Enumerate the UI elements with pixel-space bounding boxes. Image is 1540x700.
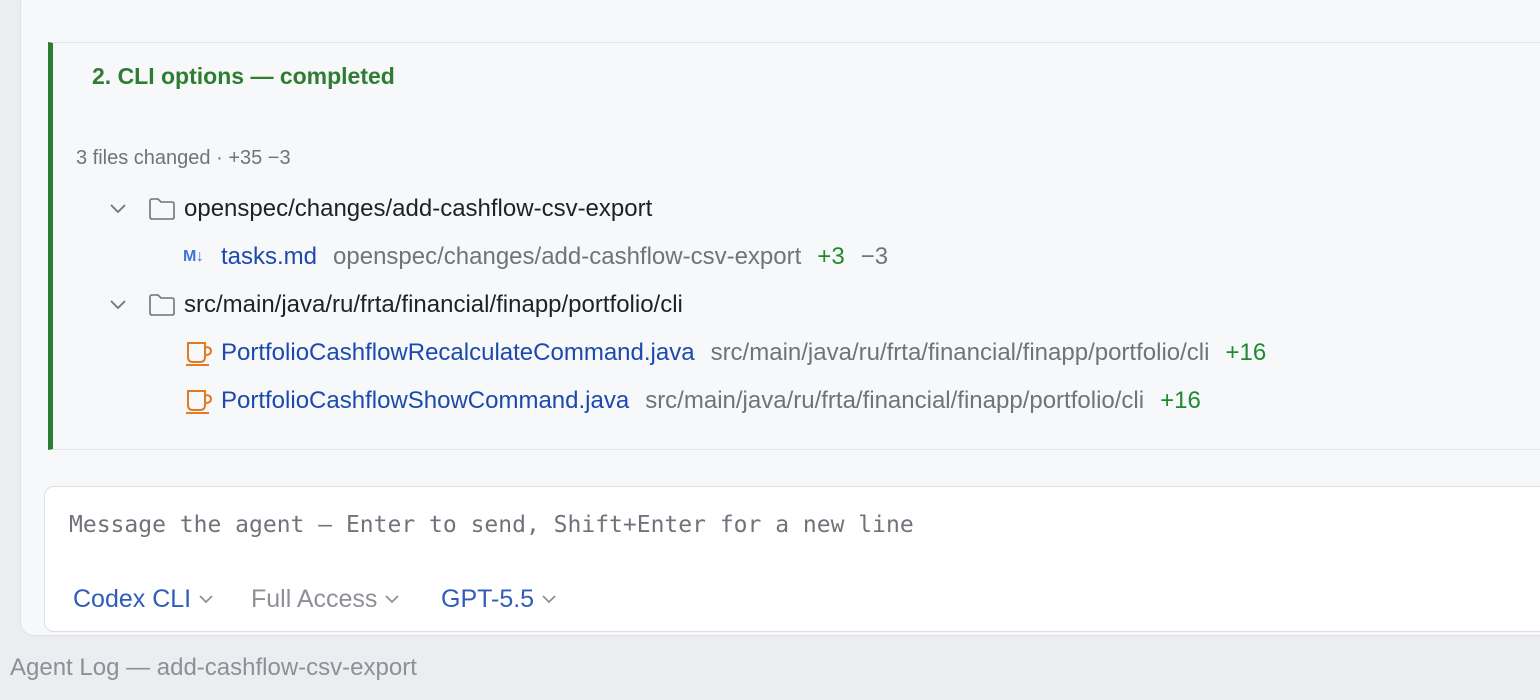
folder-row[interactable]: openspec/changes/add-cashflow-csv-export [108, 189, 652, 229]
markdown-icon: M↓ [183, 248, 204, 265]
message-input[interactable] [69, 507, 1269, 543]
file-name-link[interactable]: PortfolioCashflowShowCommand.java [221, 387, 629, 415]
folder-name: src/main/java/ru/frta/financial/finapp/p… [184, 291, 683, 318]
file-row[interactable]: PortfolioCashflowRecalculateCommand.java… [185, 333, 1266, 373]
file-name-link[interactable]: PortfolioCashflowRecalculateCommand.java [221, 339, 695, 367]
file-path: src/main/java/ru/frta/financial/finapp/p… [645, 387, 1145, 414]
model-selector[interactable]: GPT-5.5 [441, 585, 556, 614]
lines-added: +16 [1160, 387, 1201, 414]
java-icon [185, 340, 215, 366]
file-name-link[interactable]: tasks.md [221, 243, 317, 271]
chevron-down-icon [385, 595, 400, 604]
lines-removed: −3 [860, 243, 889, 270]
access-selector[interactable]: Full Access [251, 585, 400, 614]
folder-icon [148, 198, 176, 220]
agent-selector-label: Codex CLI [73, 585, 192, 613]
access-selector-label: Full Access [251, 585, 378, 613]
java-icon [185, 388, 215, 414]
chevron-down-icon [199, 595, 213, 604]
file-row[interactable]: PortfolioCashflowShowCommand.java src/ma… [185, 381, 1201, 421]
folder-icon [148, 294, 176, 316]
step-title: 2. CLI options — completed [92, 63, 395, 89]
chevron-down-icon[interactable] [108, 295, 128, 315]
folder-name: openspec/changes/add-cashflow-csv-export [184, 195, 653, 222]
files-changed-summary: 3 files changed · +35 −3 [76, 147, 291, 169]
chevron-down-icon [542, 595, 556, 604]
folder-row[interactable]: src/main/java/ru/frta/financial/finapp/p… [108, 285, 683, 325]
file-path: src/main/java/ru/frta/financial/finapp/p… [710, 339, 1210, 366]
file-row[interactable]: M↓ tasks.md openspec/changes/add-cashflo… [183, 237, 888, 277]
agent-selector[interactable]: Codex CLI [73, 585, 213, 614]
agent-log-title: Agent Log — add-cashflow-csv-export [10, 654, 417, 681]
file-path: openspec/changes/add-cashflow-csv-export [333, 243, 802, 270]
lines-added: +3 [817, 243, 845, 270]
lines-added: +16 [1225, 339, 1267, 366]
message-composer: Codex CLI Full Access GPT-5.5 [44, 486, 1540, 632]
step-status-card: 2. CLI options — completed 3 files chang… [48, 42, 1540, 450]
model-selector-label: GPT-5.5 [441, 585, 535, 613]
chevron-down-icon[interactable] [108, 199, 128, 219]
